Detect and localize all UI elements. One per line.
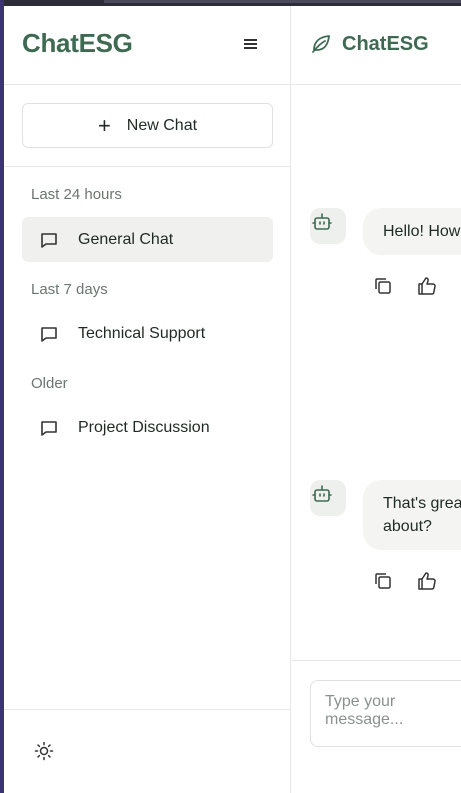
leaf-icon	[312, 35, 330, 53]
chat-item-label: Project Discussion	[78, 418, 210, 436]
bot-avatar	[310, 208, 346, 244]
chat-item-label: Technical Support	[78, 324, 206, 342]
bot-avatar	[310, 480, 346, 516]
chat-bubble-icon	[41, 420, 57, 436]
assistant-message: Hello! How	[363, 208, 461, 255]
chat-main: ChatESG Hello! How That's grea about?	[292, 6, 461, 793]
sidebar: ChatESG + New Chat Last 24 hours General…	[4, 6, 291, 793]
chat-bubble-icon	[41, 326, 57, 342]
hamburger-menu-icon[interactable]	[240, 34, 262, 54]
section-label-last-7-days: Last 7 days	[31, 281, 108, 298]
copy-icon[interactable]	[372, 275, 394, 297]
chat-title: ChatESG	[342, 33, 429, 55]
thumbs-up-icon[interactable]	[416, 275, 438, 297]
chat-item-project-discussion[interactable]: Project Discussion	[22, 405, 273, 450]
message-input-box	[310, 680, 461, 747]
sidebar-footer	[4, 709, 291, 793]
plus-icon: +	[97, 112, 111, 138]
section-label-last-24-hours: Last 24 hours	[31, 186, 122, 203]
composer	[292, 660, 461, 793]
chat-item-label: General Chat	[78, 230, 174, 248]
assistant-message: That's grea about?	[363, 480, 461, 550]
message-input[interactable]	[325, 693, 461, 733]
chat-item-technical-support[interactable]: Technical Support	[22, 311, 273, 356]
chat-bubble-icon	[41, 232, 57, 248]
new-chat-section: + New Chat	[4, 85, 290, 167]
copy-icon[interactable]	[372, 570, 394, 592]
sidebar-header: ChatESG	[4, 6, 290, 85]
message-text-line: That's grea	[383, 495, 461, 512]
message-text-line: about?	[383, 518, 432, 535]
chat-item-general-chat[interactable]: General Chat	[22, 217, 273, 262]
message-text: Hello! How	[383, 223, 461, 240]
section-label-older: Older	[31, 375, 68, 392]
thumbs-up-icon[interactable]	[416, 570, 438, 592]
brand-logo: ChatESG	[22, 28, 133, 58]
chat-header: ChatESG	[292, 6, 461, 85]
robot-icon	[312, 485, 332, 502]
new-chat-button[interactable]: + New Chat	[22, 103, 273, 148]
sun-icon[interactable]	[34, 741, 54, 761]
new-chat-label: New Chat	[126, 116, 198, 134]
robot-icon	[312, 213, 332, 230]
